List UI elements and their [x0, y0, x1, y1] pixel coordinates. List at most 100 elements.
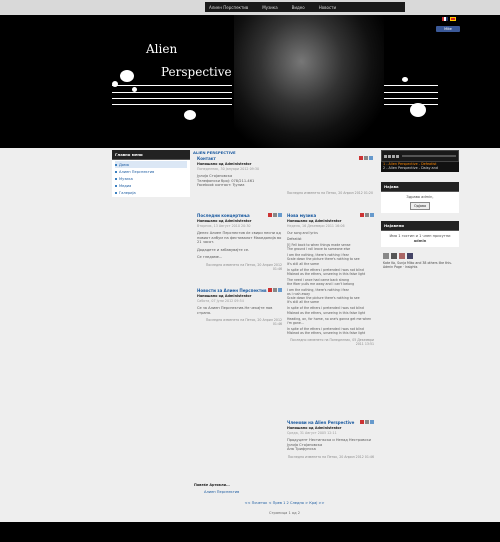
article-title[interactable]: Последни концертиња [197, 213, 250, 218]
print-icon[interactable] [365, 420, 369, 424]
uk-flag-icon[interactable] [442, 17, 448, 21]
menu-item-alien[interactable]: Алиен Перспектив [115, 168, 187, 175]
menu-item-media[interactable]: Медиа [115, 182, 187, 189]
stop-icon[interactable] [392, 154, 395, 158]
lyric-line: It's still all the same [287, 261, 319, 266]
player-progress[interactable] [402, 155, 456, 157]
logo-text-line2: Perspective [161, 65, 232, 79]
menu-item-gallery[interactable]: Галерија [115, 189, 187, 196]
player-controls [381, 150, 459, 162]
menu-item-home[interactable]: Дома [115, 161, 187, 168]
avatar[interactable] [407, 253, 413, 259]
print-icon[interactable] [273, 288, 277, 292]
pdf-icon[interactable] [359, 156, 363, 160]
article-news: Новости за Алиен Перспектив Напишано од … [197, 288, 282, 326]
nav-item-video[interactable]: Видео [292, 5, 305, 10]
article-text: Се за Алиен Перспектив.Не чекајте нов ст… [197, 306, 273, 315]
language-flags [442, 17, 456, 21]
mk-flag-icon[interactable] [450, 17, 456, 21]
article-new-music: Нова музика Напишано од Administrator Не… [287, 213, 374, 346]
next-icon[interactable] [396, 154, 399, 158]
article-title[interactable]: Нова музика [287, 213, 316, 218]
menu-item-music[interactable]: Музика [115, 175, 187, 182]
fb-avatars [383, 253, 457, 259]
article-updated: Последно изменето на Петок, 20 Април 201… [286, 190, 373, 195]
lyric-line: Defeatist [287, 237, 302, 242]
article-text: Ана Трифунска [287, 447, 316, 452]
pdf-icon[interactable] [268, 213, 272, 217]
article-date: Среда, 31 Август 2005 12:11 [287, 431, 337, 435]
who-online-user: admin [413, 239, 427, 243]
article-date: Вторник, 13 Август 2010 20:30 [197, 224, 251, 228]
email-icon[interactable] [369, 156, 373, 160]
article-updated: Последно изменето на Понеделник, 05 Деке… [290, 337, 374, 346]
pdf-icon[interactable] [360, 213, 364, 217]
pagination[interactable]: << Почеток < Прев 1 2 Следно > Крај >> [193, 501, 376, 505]
article-contact: Контакт Напишано од Administrator Понеде… [197, 156, 373, 195]
ink-splat-decoration [410, 103, 426, 117]
music-staff-right [380, 85, 438, 105]
article-text: Facebook контакт: Ђулиа [197, 183, 245, 188]
article-text: Продуцент Нестинкска и Ненад Нестровски [287, 438, 371, 442]
logout-button[interactable]: Одјава [409, 202, 431, 210]
print-icon[interactable] [273, 213, 277, 217]
pdf-icon[interactable] [360, 420, 364, 424]
playlist-item[interactable]: 2 - Alien Perspective - Daisy and [383, 166, 457, 171]
fb-like-text: Kate Ko, Sunja Miko and 38 others like t… [383, 261, 452, 269]
lyric-line: In spite of the ethers i pretended i was… [287, 306, 364, 311]
footer-bar [0, 522, 500, 542]
email-icon[interactable] [370, 213, 374, 217]
article-text: Се гледаме... [197, 255, 223, 260]
music-staff-left [112, 85, 232, 105]
article-text: Додадете и забавувајте се. [197, 247, 250, 252]
print-icon[interactable] [365, 213, 369, 217]
avatar[interactable] [383, 253, 389, 259]
pdf-icon[interactable] [268, 288, 272, 292]
article-author: Напишано од Administrator [287, 219, 342, 223]
logo-text-line1: Alien [146, 42, 178, 56]
facebook-like-button[interactable]: Mike [436, 26, 460, 32]
avatar[interactable] [399, 253, 405, 259]
article-title[interactable]: Контакт [197, 156, 216, 161]
play-icon[interactable] [384, 154, 387, 158]
lyric-line: Mislead as the ethers, unseeing in this … [287, 310, 366, 315]
nav-item-news[interactable]: Новости [319, 5, 336, 10]
print-icon[interactable] [364, 156, 368, 160]
article-text: Денес Алиен Перспектив ќе свири песни од… [197, 231, 282, 245]
lyric-line: Our song and lyrics [287, 231, 318, 235]
article-updated: Последно изменето на Петок, 20 Април 201… [205, 318, 282, 327]
main-menu: Дома Алиен Перспектив Музика Медиа Галер… [112, 160, 190, 197]
login-box: Здраво admin, Одјава [381, 192, 459, 213]
avatar[interactable] [391, 253, 397, 259]
article-updated: Последно изменето на Петок, 20 Април 201… [287, 454, 374, 459]
more-article-link[interactable]: Алиен Перспектив [204, 490, 239, 494]
nav-item-alien[interactable]: Алиен Перспектив [209, 5, 248, 10]
article-author: Напишано од Administrator [197, 294, 252, 298]
lyric-line: Heading, on, for home, no one's gonna ge… [287, 316, 372, 325]
article-title[interactable]: Членови на Alien Perspective [287, 420, 354, 425]
email-icon[interactable] [278, 213, 282, 217]
nav-item-music[interactable]: Музика [262, 5, 277, 10]
who-online-title: Најавени [381, 221, 459, 231]
more-articles-title: Повеќе Артикли... [194, 483, 230, 487]
article-date: Недела, 16 Декември 2011 16:06 [287, 224, 345, 228]
lyric-line: It's still all the same [287, 300, 319, 305]
article-date: Понеделник, 30 Јануари 2012 09:30 [197, 167, 260, 171]
top-navigation: Алиен Перспектив Музика Видео Новости [205, 2, 405, 12]
page-indicator: Страница 1 од 2 [268, 511, 301, 515]
email-icon[interactable] [278, 288, 282, 292]
article-author: Напишано од Administrator [287, 426, 342, 430]
article-title[interactable]: Новости за Алиен Перспектив [197, 288, 267, 293]
login-greeting: Здраво admin, [406, 195, 434, 199]
pause-icon[interactable] [388, 154, 391, 158]
article-author: Напишано од Administrator [197, 162, 252, 166]
lyric-line: Mislead as the ethers, unseeing in this … [287, 330, 366, 335]
lyric-line: Mislead as the ethers, unseeing in this … [287, 271, 366, 276]
email-icon[interactable] [370, 420, 374, 424]
right-sidebar: 1 - Alien Perspective - Defeatist 2 - Al… [381, 150, 459, 271]
main-menu-title: Главно мени [112, 150, 190, 160]
lyric-line: the fiber pulls me away and i can't belo… [287, 281, 355, 286]
article-author: Напишано од Administrator [197, 219, 252, 223]
section-title: ALIEN PERSPECTIVE [193, 150, 236, 155]
facebook-likebox: Kate Ko, Sunja Miko and 38 others like t… [381, 251, 459, 271]
